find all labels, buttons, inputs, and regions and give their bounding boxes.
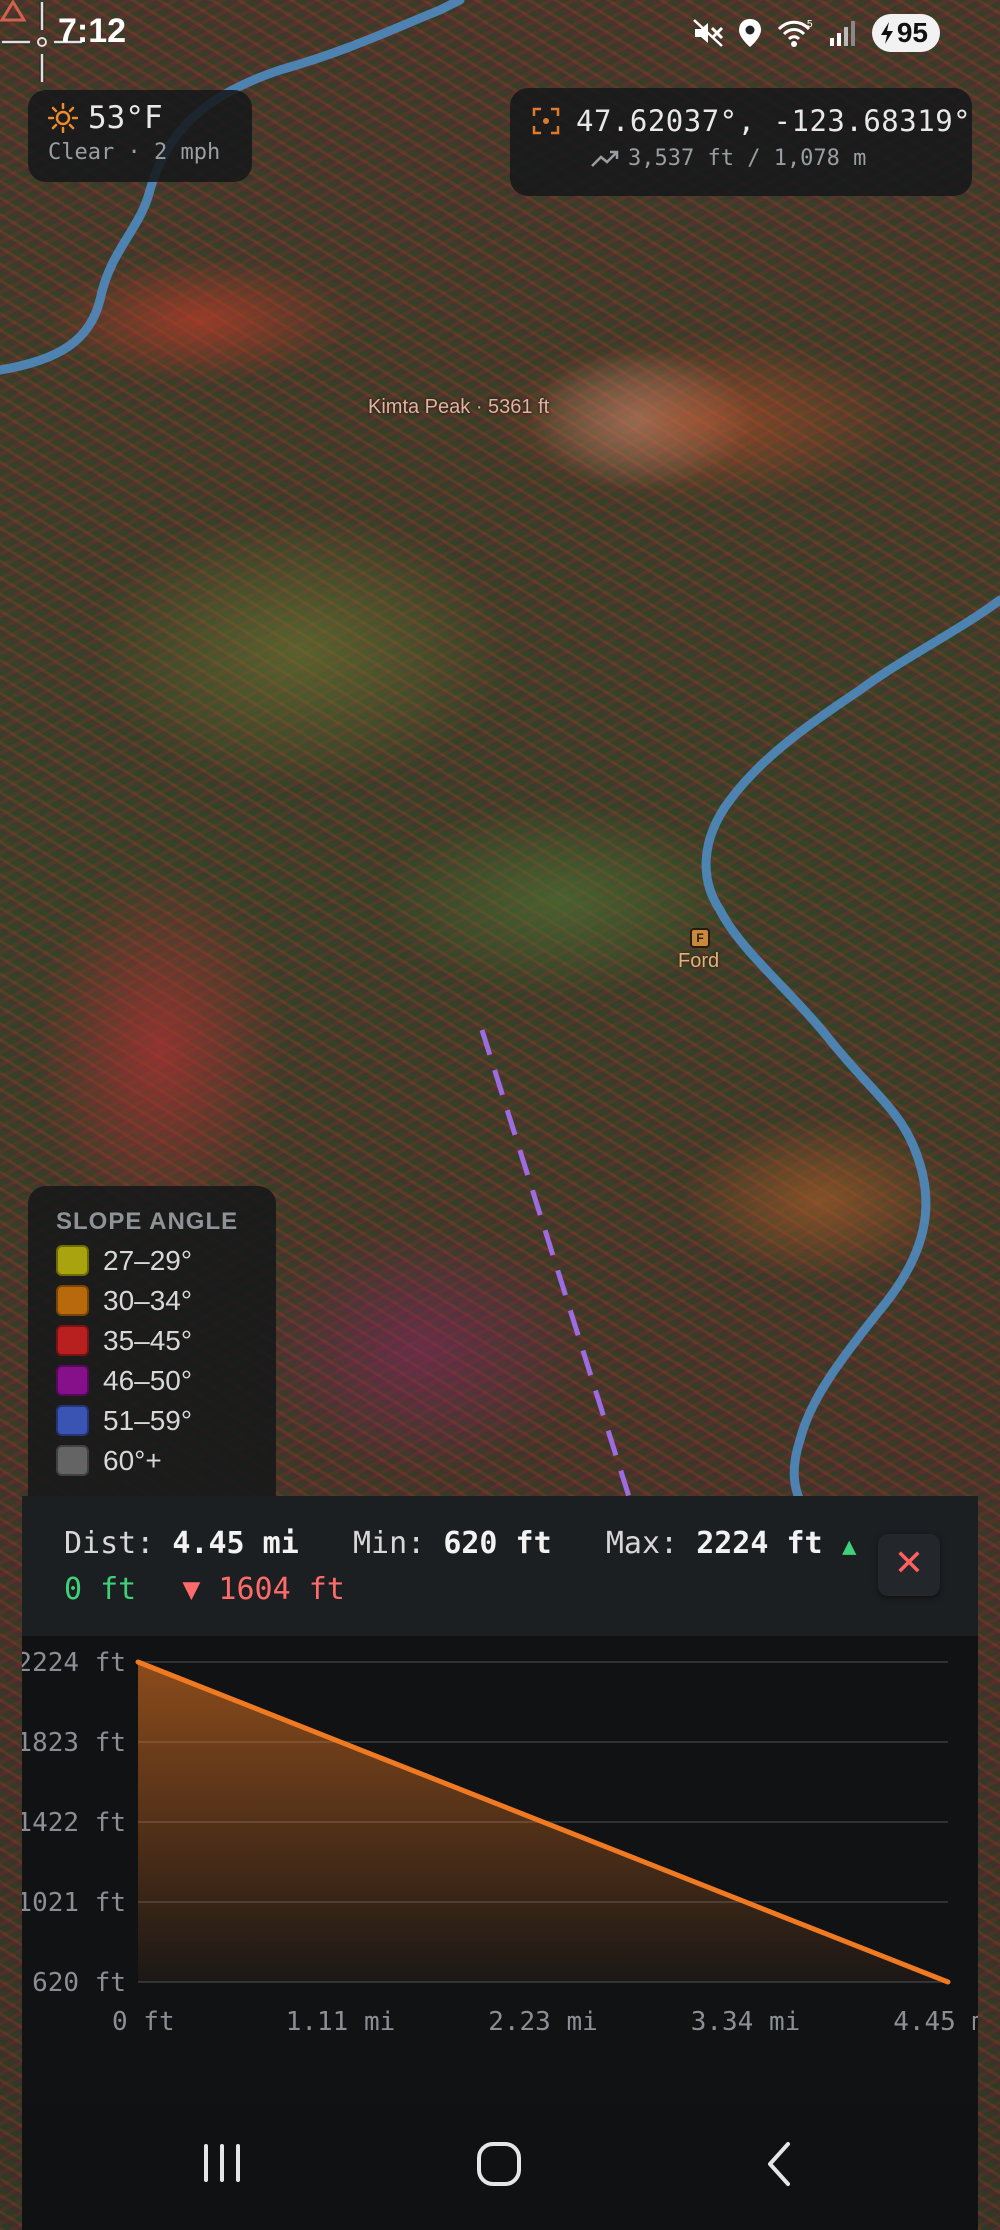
- recents-icon[interactable]: [200, 2140, 244, 2186]
- signal-icon: [829, 21, 855, 46]
- profile-header: Dist: 4.45 mi Min: 620 ft Max: 2224 ft ▲…: [22, 1496, 978, 1636]
- legend-swatch: [56, 1365, 89, 1396]
- back-icon[interactable]: [762, 2140, 796, 2188]
- min-value: 620 ft: [443, 1526, 552, 1561]
- elevation-chart[interactable]: 2224 ft 1823 ft 1422 ft 1021 ft 620 ft 0 ft 1…: [16, 1636, 1000, 2046]
- svg-text:5: 5: [807, 19, 813, 30]
- dist-label: Dist:: [64, 1526, 155, 1561]
- coordinates-card[interactable]: 47.62037°, -123.68319° 3,537 ft / 1,078 …: [510, 88, 972, 196]
- y-tick-label: 1823 ft: [22, 1728, 126, 1758]
- gain-arrow-icon: ▲: [842, 1532, 857, 1560]
- x-tick-label: 1.11 mi: [286, 2007, 396, 2037]
- x-tick-label: 3.34 mi: [691, 2007, 801, 2037]
- legend-swatch: [56, 1285, 89, 1316]
- sun-icon: [48, 103, 78, 133]
- ford-icon[interactable]: F: [690, 928, 710, 948]
- x-tick-label: 4.45 mi: [893, 2007, 978, 2037]
- weather-temperature: 53°F: [88, 100, 163, 136]
- battery-charging-icon: [880, 22, 893, 44]
- legend-swatch: [56, 1405, 89, 1436]
- mute-icon: [692, 19, 723, 47]
- legend-item: 51–59°: [56, 1405, 276, 1436]
- route-line: [479, 1029, 633, 1501]
- status-icons: 5 95: [692, 14, 940, 52]
- max-value: 2224 ft: [696, 1526, 823, 1561]
- location-icon: [738, 19, 761, 47]
- x-tick-label: 0 ft: [112, 2007, 175, 2037]
- slope-legend: SLOPE ANGLE 27–29° 30–34° 35–45° 46–50° …: [28, 1186, 276, 1496]
- dist-value: 4.45 mi: [172, 1526, 299, 1561]
- battery-indicator: 95: [871, 14, 940, 52]
- peak-label[interactable]: Kimta Peak · 5361 ft: [368, 396, 549, 419]
- weather-card[interactable]: 53°F Clear · 2 mph: [28, 90, 252, 182]
- crosshair-target-icon: [532, 107, 560, 135]
- elevation-value: 3,537 ft / 1,078 m: [628, 146, 867, 171]
- legend-label: 51–59°: [103, 1404, 193, 1436]
- legend-swatch: [56, 1325, 89, 1356]
- max-label: Max:: [605, 1526, 679, 1561]
- legend-label: 60°+: [103, 1444, 162, 1476]
- legend-swatch: [56, 1445, 89, 1476]
- close-profile-button[interactable]: ✕: [878, 1534, 940, 1596]
- min-label: Min:: [353, 1526, 426, 1561]
- legend-label: 46–50°: [103, 1364, 193, 1396]
- legend-label: 35–45°: [103, 1324, 193, 1356]
- legend-item: 60°+: [56, 1445, 276, 1476]
- y-tick-label: 2224 ft: [22, 1648, 126, 1678]
- ford-label[interactable]: Ford: [678, 950, 719, 973]
- legend-item: 27–29°: [56, 1245, 276, 1276]
- trend-up-icon: [591, 150, 619, 167]
- gain-loss-stats: 0 ft ▼ 1604 ft: [64, 1572, 345, 1607]
- elevation-profile-panel: Dist: 4.45 mi Min: 620 ft Max: 2224 ft ▲…: [16, 1496, 1000, 2120]
- coordinates-value: 47.62037°, -123.68319°: [576, 104, 972, 138]
- profile-stats: Dist: 4.45 mi Min: 620 ft Max: 2224 ft: [64, 1526, 823, 1561]
- weather-conditions: Clear · 2 mph: [48, 140, 221, 165]
- legend-swatch: [56, 1245, 89, 1276]
- y-tick-label: 1021 ft: [22, 1888, 126, 1918]
- river: [701, 595, 1000, 1505]
- legend-item: 46–50°: [56, 1365, 276, 1396]
- elevation-gain: 0 ft: [64, 1572, 137, 1607]
- elevation-chart-svg: 2224 ft 1823 ft 1422 ft 1021 ft 620 ft 0 ft 1…: [16, 1648, 1000, 2037]
- elevation-loss: ▼ 1604 ft: [182, 1572, 345, 1607]
- legend-item: 30–34°: [56, 1285, 276, 1316]
- home-icon[interactable]: [476, 2140, 522, 2188]
- status-bar: 7:12 5 95: [0, 0, 1000, 66]
- legend-label: 30–34°: [103, 1284, 193, 1316]
- legend-title: SLOPE ANGLE: [56, 1208, 239, 1235]
- y-tick-label: 1422 ft: [22, 1808, 126, 1838]
- status-time: 7:12: [58, 12, 127, 50]
- legend-list: 27–29° 30–34° 35–45° 46–50° 51–59° 60°+: [56, 1245, 276, 1476]
- wifi-icon: 5: [777, 19, 813, 47]
- y-tick-label: 620 ft: [32, 1968, 126, 1998]
- x-tick-label: 2.23 mi: [488, 2007, 598, 2037]
- system-nav-bar: [22, 2104, 978, 2230]
- battery-level: 95: [896, 17, 928, 48]
- legend-label: 27–29°: [103, 1244, 193, 1276]
- legend-item: 35–45°: [56, 1325, 276, 1356]
